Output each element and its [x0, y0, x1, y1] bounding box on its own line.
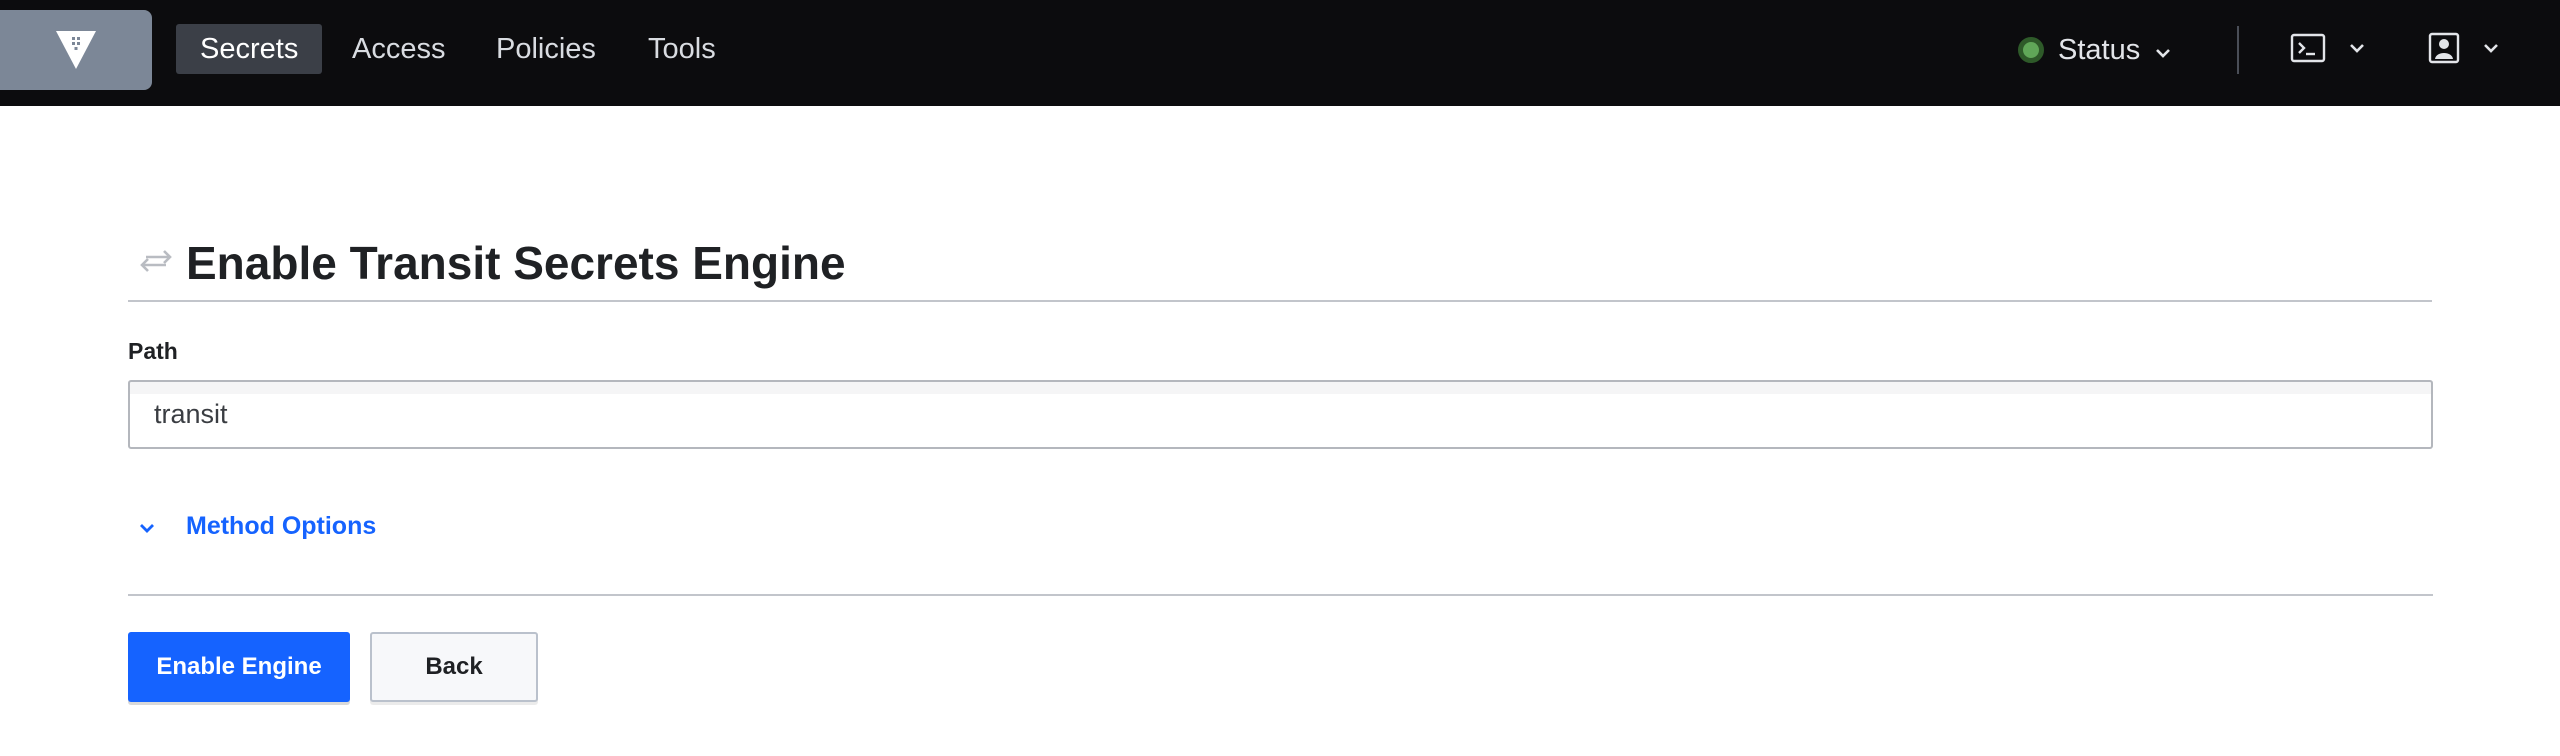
nav-item-secrets[interactable]: Secrets [176, 24, 323, 74]
path-input[interactable] [128, 380, 2433, 449]
method-options-label: Method Options [186, 511, 377, 540]
form-divider [128, 594, 2433, 596]
chevron-down-icon [2482, 41, 2500, 59]
chevron-down-icon [2154, 34, 2172, 67]
status-label: Status [2058, 33, 2141, 66]
user-icon [2428, 32, 2460, 69]
top-navigation: Secrets Access Policies Tools Status [0, 0, 2560, 106]
path-label: Path [128, 338, 178, 364]
nav-item-access[interactable]: Access [328, 24, 469, 74]
chevron-down-icon [138, 512, 156, 541]
status-indicator-icon [2018, 37, 2044, 63]
enable-engine-button[interactable]: Enable Engine [128, 632, 350, 702]
user-menu[interactable] [2428, 28, 2500, 72]
transit-arrows-icon [138, 248, 174, 279]
terminal-icon [2290, 33, 2326, 68]
chevron-down-icon [2348, 41, 2366, 59]
method-options-toggle[interactable]: Method Options [138, 506, 376, 546]
nav-divider [2237, 26, 2239, 74]
console-menu[interactable] [2290, 28, 2366, 72]
page-header: Enable Transit Secrets Engine [128, 226, 2432, 302]
vault-logo-icon[interactable] [0, 10, 152, 90]
status-menu[interactable]: Status [2018, 28, 2172, 72]
nav-item-policies[interactable]: Policies [472, 24, 620, 74]
page-title: Enable Transit Secrets Engine [186, 237, 846, 289]
back-button[interactable]: Back [370, 632, 538, 702]
nav-item-tools[interactable]: Tools [624, 24, 740, 74]
